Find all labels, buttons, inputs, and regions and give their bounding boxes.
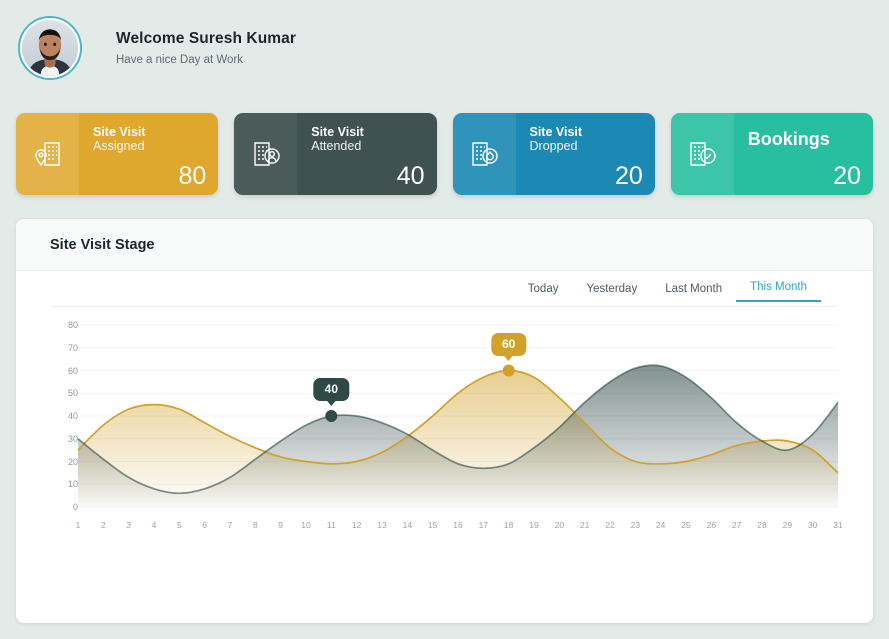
- stat-card-assigned[interactable]: Site Visit Assigned 80: [16, 113, 219, 195]
- stat-card-line1: Site Visit: [529, 125, 583, 139]
- page-title: Site Visit Stage: [50, 236, 155, 253]
- x-tick-label: 9: [278, 520, 284, 530]
- x-tick-label: 22: [605, 520, 615, 530]
- chart-tooltip-value: 60: [501, 336, 516, 351]
- stat-card-body: Bookings 20: [734, 113, 873, 195]
- building-user-icon: [234, 113, 298, 195]
- x-tick-label: 4: [151, 520, 157, 530]
- x-tick-label: 13: [377, 520, 387, 530]
- stat-card-line2: Dropped: [529, 139, 578, 154]
- stat-card-line2: Assigned: [93, 139, 145, 154]
- stat-cards: Site Visit Assigned 80 Site Visit Attended 40…: [16, 113, 873, 195]
- stat-card-value: 20: [614, 162, 643, 190]
- stat-card-body: Site Visit Assigned 80: [79, 113, 218, 195]
- stat-card-body: Site Visit Dropped 20: [516, 113, 655, 195]
- x-tick-label: 10: [301, 520, 311, 530]
- building-check-icon: [670, 113, 734, 195]
- stat-card-dropped[interactable]: Site Visit Dropped 20: [452, 113, 655, 195]
- x-tick-label: 7: [227, 520, 233, 530]
- x-tick-label: 21: [579, 520, 590, 530]
- x-tick-label: 28: [757, 520, 767, 530]
- x-tick-label: 24: [655, 520, 666, 530]
- panel-header: Site Visit Stage: [16, 219, 873, 271]
- x-tick-label: 16: [453, 520, 463, 530]
- stat-card-line1: Site Visit: [93, 125, 146, 139]
- x-tick-label: 2: [100, 520, 106, 530]
- x-tick-label: 15: [427, 520, 438, 530]
- stat-card-line1: Bookings: [747, 129, 830, 149]
- x-tick-label: 26: [706, 520, 717, 530]
- x-tick-label: 20: [554, 520, 565, 530]
- tabs-divider: [52, 306, 837, 307]
- x-tick-label: 3: [126, 520, 132, 530]
- chart-tooltip-60: 60: [490, 332, 527, 361]
- stat-card-line1: Site Visit: [311, 125, 364, 139]
- x-tick-label: 14: [402, 520, 413, 530]
- x-tick-label: 29: [782, 520, 793, 530]
- welcome-header: Welcome Suresh Kumar Have a nice Day at …: [0, 0, 889, 96]
- x-tick-label: 5: [176, 520, 182, 530]
- stat-card-attended[interactable]: Site Visit Attended 40: [234, 113, 437, 195]
- stat-card-body: Site Visit Attended 40: [297, 113, 436, 195]
- x-tick-label: 19: [529, 520, 539, 530]
- tab-today[interactable]: Today: [514, 283, 573, 302]
- x-tick-label: 25: [681, 520, 691, 530]
- x-tick-label: 18: [503, 520, 514, 530]
- chart-tooltip-value: 40: [324, 382, 339, 396]
- range-tabs: Today Yesterday Last Month This Month: [514, 281, 821, 302]
- tab-this-month[interactable]: This Month: [736, 281, 821, 302]
- welcome-subtitle: Have a nice Day at Work: [116, 54, 243, 67]
- x-tick-label: 23: [630, 520, 641, 530]
- x-axis-labels: 1 2 3 4 5 6 7 8 9 10 11 12 13 14 15 16 17 18 19 20 21 22 23 24 2…: [75, 520, 843, 536]
- tab-yesterday[interactable]: Yesterday: [572, 283, 651, 302]
- x-tick-label: 17: [478, 520, 489, 530]
- x-tick-label: 12: [351, 520, 362, 530]
- avatar-photo: [22, 20, 78, 76]
- building-pin-icon: [16, 113, 79, 195]
- chart-tooltip-40: 40: [313, 378, 350, 406]
- x-tick-label: 27: [731, 520, 742, 530]
- welcome-title: Welcome Suresh Kumar: [116, 29, 297, 47]
- building-drop-icon: [452, 113, 516, 195]
- stat-card-value: 80: [178, 162, 207, 190]
- avatar[interactable]: [18, 16, 82, 80]
- stat-card-value: 20: [833, 162, 861, 190]
- x-tick-label: 30: [807, 520, 818, 530]
- stat-card-line2: Attended: [311, 139, 362, 154]
- x-tick-label: 31: [833, 520, 843, 530]
- tab-last-month[interactable]: Last Month: [651, 283, 736, 302]
- stat-card-bookings[interactable]: Bookings 20: [670, 113, 873, 195]
- x-tick-label: 1: [75, 520, 81, 530]
- site-visit-stage-panel: Site Visit Stage Today Yesterday Last Mont…: [16, 219, 873, 623]
- x-tick-label: 11: [326, 520, 336, 530]
- x-tick-label: 8: [252, 520, 258, 530]
- stat-card-value: 40: [396, 162, 425, 190]
- site-visit-area-chart: [52, 315, 842, 533]
- x-tick-label: 6: [202, 520, 208, 530]
